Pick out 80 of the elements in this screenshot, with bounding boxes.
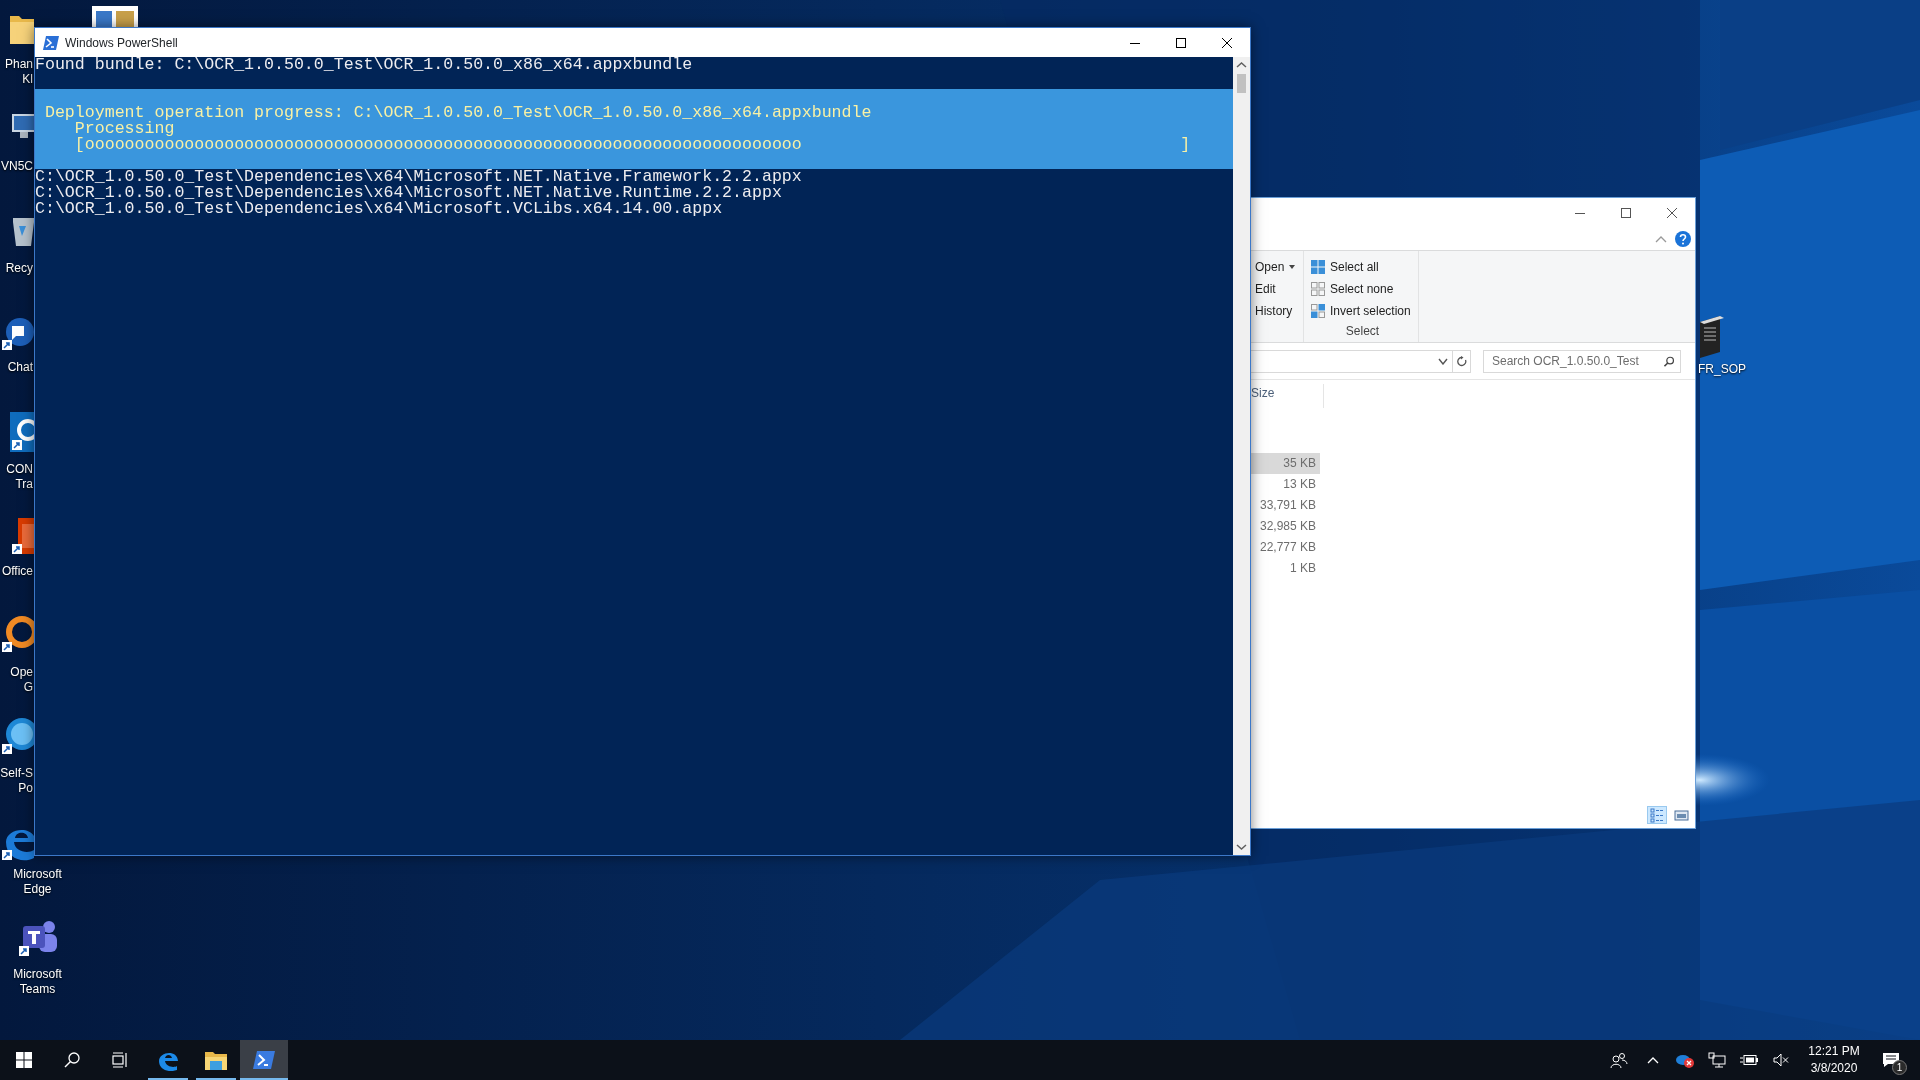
group-label: Select <box>1344 323 1381 340</box>
close-icon <box>1667 207 1677 218</box>
caret-icon <box>1289 265 1296 269</box>
chat-icon[interactable] <box>0 316 34 352</box>
refresh-icon <box>1456 355 1467 367</box>
folder-icon <box>205 1050 227 1070</box>
cloud-error-icon[interactable] <box>1675 1052 1695 1068</box>
notification-badge: 1 <box>1892 1060 1907 1075</box>
ring-icon[interactable] <box>0 614 34 654</box>
ribbon-button[interactable]: Open <box>1251 256 1303 278</box>
scrollbar[interactable] <box>1233 57 1250 855</box>
table-cell[interactable]: 1 KB <box>1251 558 1320 579</box>
terminal-icon <box>43 35 59 50</box>
search-icon <box>1663 355 1674 367</box>
chevron-down-icon[interactable] <box>1438 357 1448 365</box>
people-icon[interactable] <box>1610 1052 1628 1068</box>
clock[interactable]: 12:21 PM 3/8/2020 <box>1797 1040 1871 1080</box>
icon-label: Teams <box>19 982 56 997</box>
details-view-icon <box>1649 807 1665 823</box>
date-text: 3/8/2020 <box>1809 1060 1859 1077</box>
view-button[interactable] <box>1647 806 1667 824</box>
console-line: C:\OCR_1.0.50.0_Test\Dependencies\x64\Microsoft.NET.Native.Framework.2.2.appx <box>35 169 802 185</box>
console-line: C:\OCR_1.0.50.0_Test\Dependencies\x64\Microsoft.NET.Native.Runtime.2.2.appx <box>35 185 782 201</box>
maximize-icon <box>1621 207 1631 218</box>
table-cell[interactable]: 22,777 KB <box>1251 537 1320 558</box>
search-field[interactable]: Search OCR_1.0.50.0_Test <box>1483 349 1681 373</box>
icon-label: Chat <box>7 360 33 375</box>
task-view-icon <box>112 1052 128 1068</box>
icon-label: Ope <box>10 665 33 680</box>
network-icon[interactable] <box>1708 1052 1726 1068</box>
select-none-icon <box>1311 282 1325 296</box>
window-title: Windows PowerShell <box>65 34 178 52</box>
image-file-icon[interactable] <box>92 6 138 27</box>
address-field[interactable] <box>1251 349 1471 373</box>
maximize-icon <box>1176 37 1186 48</box>
icon-label: G <box>23 680 33 695</box>
app-icon[interactable] <box>10 518 34 556</box>
table-cell[interactable]: 33,791 KB <box>1251 495 1320 516</box>
time-text: 12:21 PM <box>1807 1043 1861 1060</box>
speaker-muted-icon[interactable] <box>1773 1053 1789 1067</box>
table-cell[interactable]: 35 KB <box>1251 453 1320 474</box>
progress-status: Processing <box>74 121 175 137</box>
large-icons-view-icon <box>1673 807 1689 823</box>
select-all-icon <box>1311 260 1325 274</box>
ribbon-button[interactable]: History <box>1251 300 1303 322</box>
icon-label: Office <box>1 564 33 579</box>
icon-label: Microsoft <box>13 867 62 882</box>
help-icon[interactable] <box>1675 231 1691 247</box>
battery-icon[interactable] <box>1740 1054 1758 1066</box>
console-line: Found bundle: C:\OCR_1.0.50.0_Test\OCR_1.0.50.0_x86_x64.appxbundle <box>35 57 693 73</box>
icon-label: CON <box>6 462 33 477</box>
icon-label: Tra <box>15 477 33 492</box>
table-cell[interactable]: 13 KB <box>1251 474 1320 495</box>
search-icon <box>64 1052 80 1068</box>
ribbon-button[interactable]: Select all <box>1307 256 1418 278</box>
ribbon-button[interactable]: Select none <box>1307 278 1418 300</box>
console-line: C:\OCR_1.0.50.0_Test\Dependencies\x64\Microsoft.VCLibs.x64.14.00.appx <box>35 201 723 217</box>
icon-label: Phan <box>4 57 33 72</box>
app-icon[interactable] <box>10 412 34 452</box>
windows-logo-icon <box>16 1052 32 1068</box>
close-icon <box>1222 37 1232 48</box>
column-header[interactable]: Size <box>1251 386 1275 400</box>
ribbon-button[interactable]: Invert selection <box>1307 300 1418 322</box>
icon-label: Self-S <box>0 766 33 781</box>
table-cell[interactable]: 32,985 KB <box>1251 516 1320 537</box>
icon-label: VN5C <box>1 159 33 174</box>
progress-bar-text: [oooooooooooooooooooooooooooooooooooooooooooooooooooooooooooooooooooooooo ] <box>73 137 1191 153</box>
icon-label: Microsoft <box>13 967 62 982</box>
icon-label: Edge <box>23 882 52 897</box>
book-icon[interactable] <box>1698 314 1724 358</box>
terminal-icon <box>253 1051 275 1069</box>
icon-label: Recy <box>5 261 33 276</box>
scroll-thumb[interactable] <box>1237 74 1246 93</box>
icon-label: Po <box>18 781 33 796</box>
team-icon[interactable] <box>17 918 59 958</box>
progress-activity: Deployment operation progress: C:\OCR_1.0.50.0_Test\OCR_1.0.50.0_x86_x64.appxbundle <box>43 105 872 121</box>
invert-selection-icon <box>1311 304 1325 318</box>
icon-label: FR_SOP <box>1698 362 1746 377</box>
ribbon-button[interactable]: Edit <box>1251 278 1303 300</box>
icon-label: Kl <box>22 72 33 87</box>
